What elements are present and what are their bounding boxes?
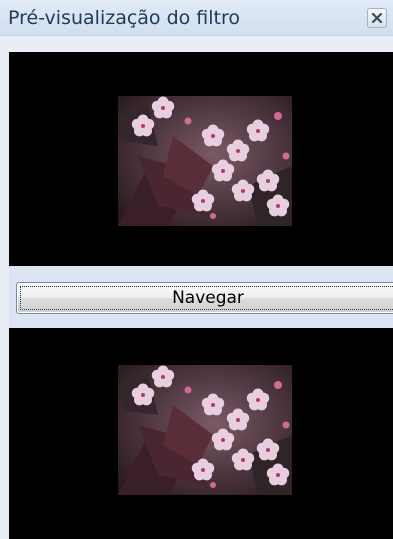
panel-title: Pré-visualização do filtro (8, 7, 241, 29)
panel-title-bar: Pré-visualização do filtro (0, 0, 393, 36)
browse-button[interactable]: Navegar (16, 282, 393, 314)
button-strip: Navegar (9, 266, 393, 328)
close-button[interactable] (367, 8, 387, 28)
filtered-preview-image (118, 365, 292, 495)
original-preview-area (9, 52, 393, 266)
close-icon (371, 12, 383, 24)
filter-preview-panel: Pré-visualização do filtro Navegar (0, 0, 393, 539)
filtered-preview-area (9, 328, 393, 539)
original-preview-image (118, 96, 292, 226)
